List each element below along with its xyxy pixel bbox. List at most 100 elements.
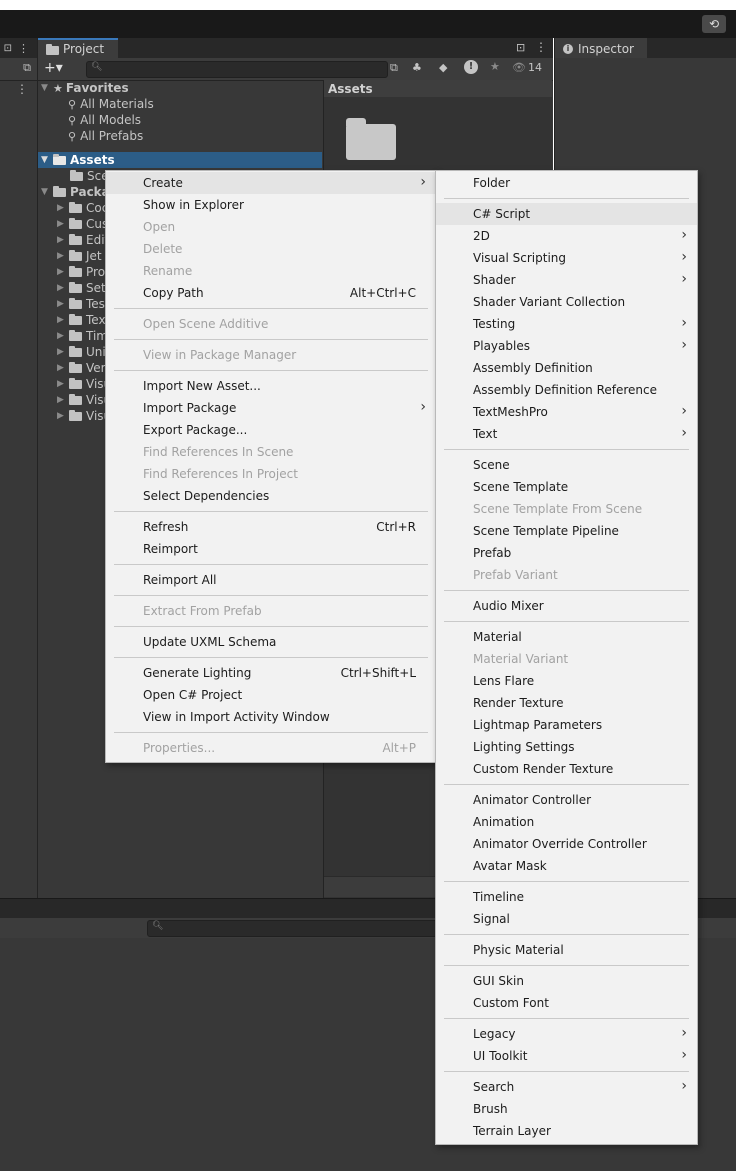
menu-item-terrain-layer[interactable]: Terrain Layer: [436, 1120, 697, 1142]
menu-item-copy-path[interactable]: Copy Path Alt+Ctrl+C: [106, 282, 436, 304]
menu-item-animation[interactable]: Animation: [436, 811, 697, 833]
more-icon[interactable]: ⋮: [535, 40, 547, 54]
menu-item-brush[interactable]: Brush: [436, 1098, 697, 1120]
menu-item-import-new-asset[interactable]: Import New Asset...: [106, 375, 436, 397]
expand-arrow-icon[interactable]: ▶: [57, 219, 69, 229]
menu-item-view-in-import-activity-window[interactable]: View in Import Activity Window: [106, 706, 436, 728]
menu-item-playables[interactable]: Playables ›: [436, 335, 697, 357]
menu-item-assembly-definition[interactable]: Assembly Definition: [436, 357, 697, 379]
menu-item-open-scene-additive: Open Scene Additive: [106, 313, 436, 335]
menu-item-lightmap-parameters[interactable]: Lightmap Parameters: [436, 714, 697, 736]
menu-item-show-in-explorer[interactable]: Show in Explorer: [106, 194, 436, 216]
tab-inspector[interactable]: i Inspector: [555, 38, 647, 58]
filter-by-type-icon[interactable]: ♣: [412, 61, 422, 74]
filter-by-label-icon[interactable]: ◆: [439, 61, 447, 74]
menu-item-physic-material[interactable]: Physic Material: [436, 939, 697, 961]
console-search-input[interactable]: 🔍︎: [147, 920, 449, 937]
hidden-packages-toggle[interactable]: 👁︎ 14: [512, 61, 542, 74]
menu-item-reimport-all[interactable]: Reimport All: [106, 569, 436, 591]
add-dropdown-icon[interactable]: +▾: [44, 60, 63, 76]
favorite-item-all-materials[interactable]: ⚲ All Materials: [38, 96, 322, 112]
folder-icon: [46, 43, 59, 55]
menu-item-search[interactable]: Search ›: [436, 1076, 697, 1098]
expand-arrow-icon[interactable]: ▼: [41, 155, 53, 165]
expand-arrow-icon[interactable]: ▶: [57, 395, 69, 405]
menu-item-custom-font[interactable]: Custom Font: [436, 992, 697, 1014]
menu-item-label: Legacy: [473, 1027, 516, 1041]
menu-item-label: Terrain Layer: [473, 1124, 551, 1138]
expand-arrow-icon[interactable]: ▶: [57, 203, 69, 213]
menu-item-testing[interactable]: Testing ›: [436, 313, 697, 335]
assets-folder-row[interactable]: ▼ Assets: [38, 152, 322, 168]
menu-item-animator-controller[interactable]: Animator Controller: [436, 789, 697, 811]
menu-item-update-uxml-schema[interactable]: Update UXML Schema: [106, 631, 436, 653]
expand-arrow-icon[interactable]: ▶: [57, 315, 69, 325]
search-type-icon[interactable]: ⧉: [390, 61, 398, 75]
menu-item-lighting-settings[interactable]: Lighting Settings: [436, 736, 697, 758]
menu-item-scene[interactable]: Scene: [436, 454, 697, 476]
menu-item-custom-render-texture[interactable]: Custom Render Texture: [436, 758, 697, 780]
menu-item-textmeshpro[interactable]: TextMeshPro ›: [436, 401, 697, 423]
expand-arrow-icon[interactable]: ▶: [57, 251, 69, 261]
menu-item-shader-variant-collection[interactable]: Shader Variant Collection: [436, 291, 697, 313]
menu-item-animator-override-controller[interactable]: Animator Override Controller: [436, 833, 697, 855]
menu-item-material[interactable]: Material: [436, 626, 697, 648]
menu-item-scene-template-pipeline[interactable]: Scene Template Pipeline: [436, 520, 697, 542]
menu-item-timeline[interactable]: Timeline: [436, 886, 697, 908]
expand-arrow-icon[interactable]: ▶: [57, 363, 69, 373]
expand-arrow-icon[interactable]: ▼: [41, 187, 53, 197]
menu-item-lens-flare[interactable]: Lens Flare: [436, 670, 697, 692]
more-icon[interactable]: ⋮: [18, 42, 29, 55]
menu-item-generate-lighting[interactable]: Generate Lighting Ctrl+Shift+L: [106, 662, 436, 684]
menu-item-shader[interactable]: Shader ›: [436, 269, 697, 291]
favorite-star-icon[interactable]: ★: [490, 60, 500, 73]
menu-item-signal[interactable]: Signal: [436, 908, 697, 930]
expand-arrow-icon[interactable]: ▼: [41, 83, 53, 93]
menu-item-render-texture[interactable]: Render Texture: [436, 692, 697, 714]
favorite-item-all-models[interactable]: ⚲ All Models: [38, 112, 322, 128]
menu-item-select-dependencies[interactable]: Select Dependencies: [106, 485, 436, 507]
expand-arrow-icon[interactable]: ▶: [57, 379, 69, 389]
menu-item-ui-toolkit[interactable]: UI Toolkit ›: [436, 1045, 697, 1067]
expand-arrow-icon[interactable]: ▶: [57, 331, 69, 341]
menu-item-avatar-mask[interactable]: Avatar Mask: [436, 855, 697, 877]
menu-item-legacy[interactable]: Legacy ›: [436, 1023, 697, 1045]
menu-item-text[interactable]: Text ›: [436, 423, 697, 445]
folder-icon[interactable]: [346, 118, 396, 160]
menu-item-audio-mixer[interactable]: Audio Mixer: [436, 595, 697, 617]
menu-item-folder[interactable]: Folder: [436, 172, 697, 194]
menu-item-open-c-project[interactable]: Open C# Project: [106, 684, 436, 706]
expand-icon[interactable]: ⧉: [23, 61, 31, 75]
menu-item-assembly-definition-reference[interactable]: Assembly Definition Reference: [436, 379, 697, 401]
menu-item-refresh[interactable]: Refresh Ctrl+R: [106, 516, 436, 538]
expand-arrow-icon[interactable]: ▶: [57, 299, 69, 309]
menu-item-export-package[interactable]: Export Package...: [106, 419, 436, 441]
expand-arrow-icon[interactable]: ▶: [57, 411, 69, 421]
favorites-row[interactable]: ▼ ★ Favorites: [38, 80, 322, 96]
filter-log-icon[interactable]: !: [464, 60, 478, 74]
tab-project[interactable]: Project: [38, 38, 118, 58]
expand-arrow-icon[interactable]: ▶: [57, 267, 69, 277]
menu-item-label: Lens Flare: [473, 674, 535, 688]
more-icon[interactable]: ⋮: [16, 82, 28, 96]
menu-item-visual-scripting[interactable]: Visual Scripting ›: [436, 247, 697, 269]
menu-item-create[interactable]: Create ›: [106, 172, 436, 194]
breadcrumb-assets[interactable]: Assets: [328, 82, 373, 96]
menu-item-2d[interactable]: 2D ›: [436, 225, 697, 247]
menu-item-import-package[interactable]: Import Package ›: [106, 397, 436, 419]
expand-arrow-icon[interactable]: ▶: [57, 347, 69, 357]
menu-item-gui-skin[interactable]: GUI Skin: [436, 970, 697, 992]
menu-item-scene-template[interactable]: Scene Template: [436, 476, 697, 498]
expand-arrow-icon[interactable]: ▶: [57, 235, 69, 245]
menu-item-prefab[interactable]: Prefab: [436, 542, 697, 564]
lock-icon[interactable]: ⊡: [516, 41, 525, 54]
menu-item-reimport[interactable]: Reimport: [106, 538, 436, 560]
menu-item-shortcut: Alt+P: [382, 741, 416, 755]
expand-arrow-icon[interactable]: ▶: [57, 283, 69, 293]
lock-icon[interactable]: ⊡: [4, 43, 12, 54]
favorite-item-all-prefabs[interactable]: ⚲ All Prefabs: [38, 128, 322, 144]
folder-icon: [69, 249, 82, 261]
menu-item-c-script[interactable]: C# Script: [436, 203, 697, 225]
history-icon[interactable]: ⟲: [702, 15, 726, 33]
search-input[interactable]: 🔍︎: [86, 61, 388, 78]
